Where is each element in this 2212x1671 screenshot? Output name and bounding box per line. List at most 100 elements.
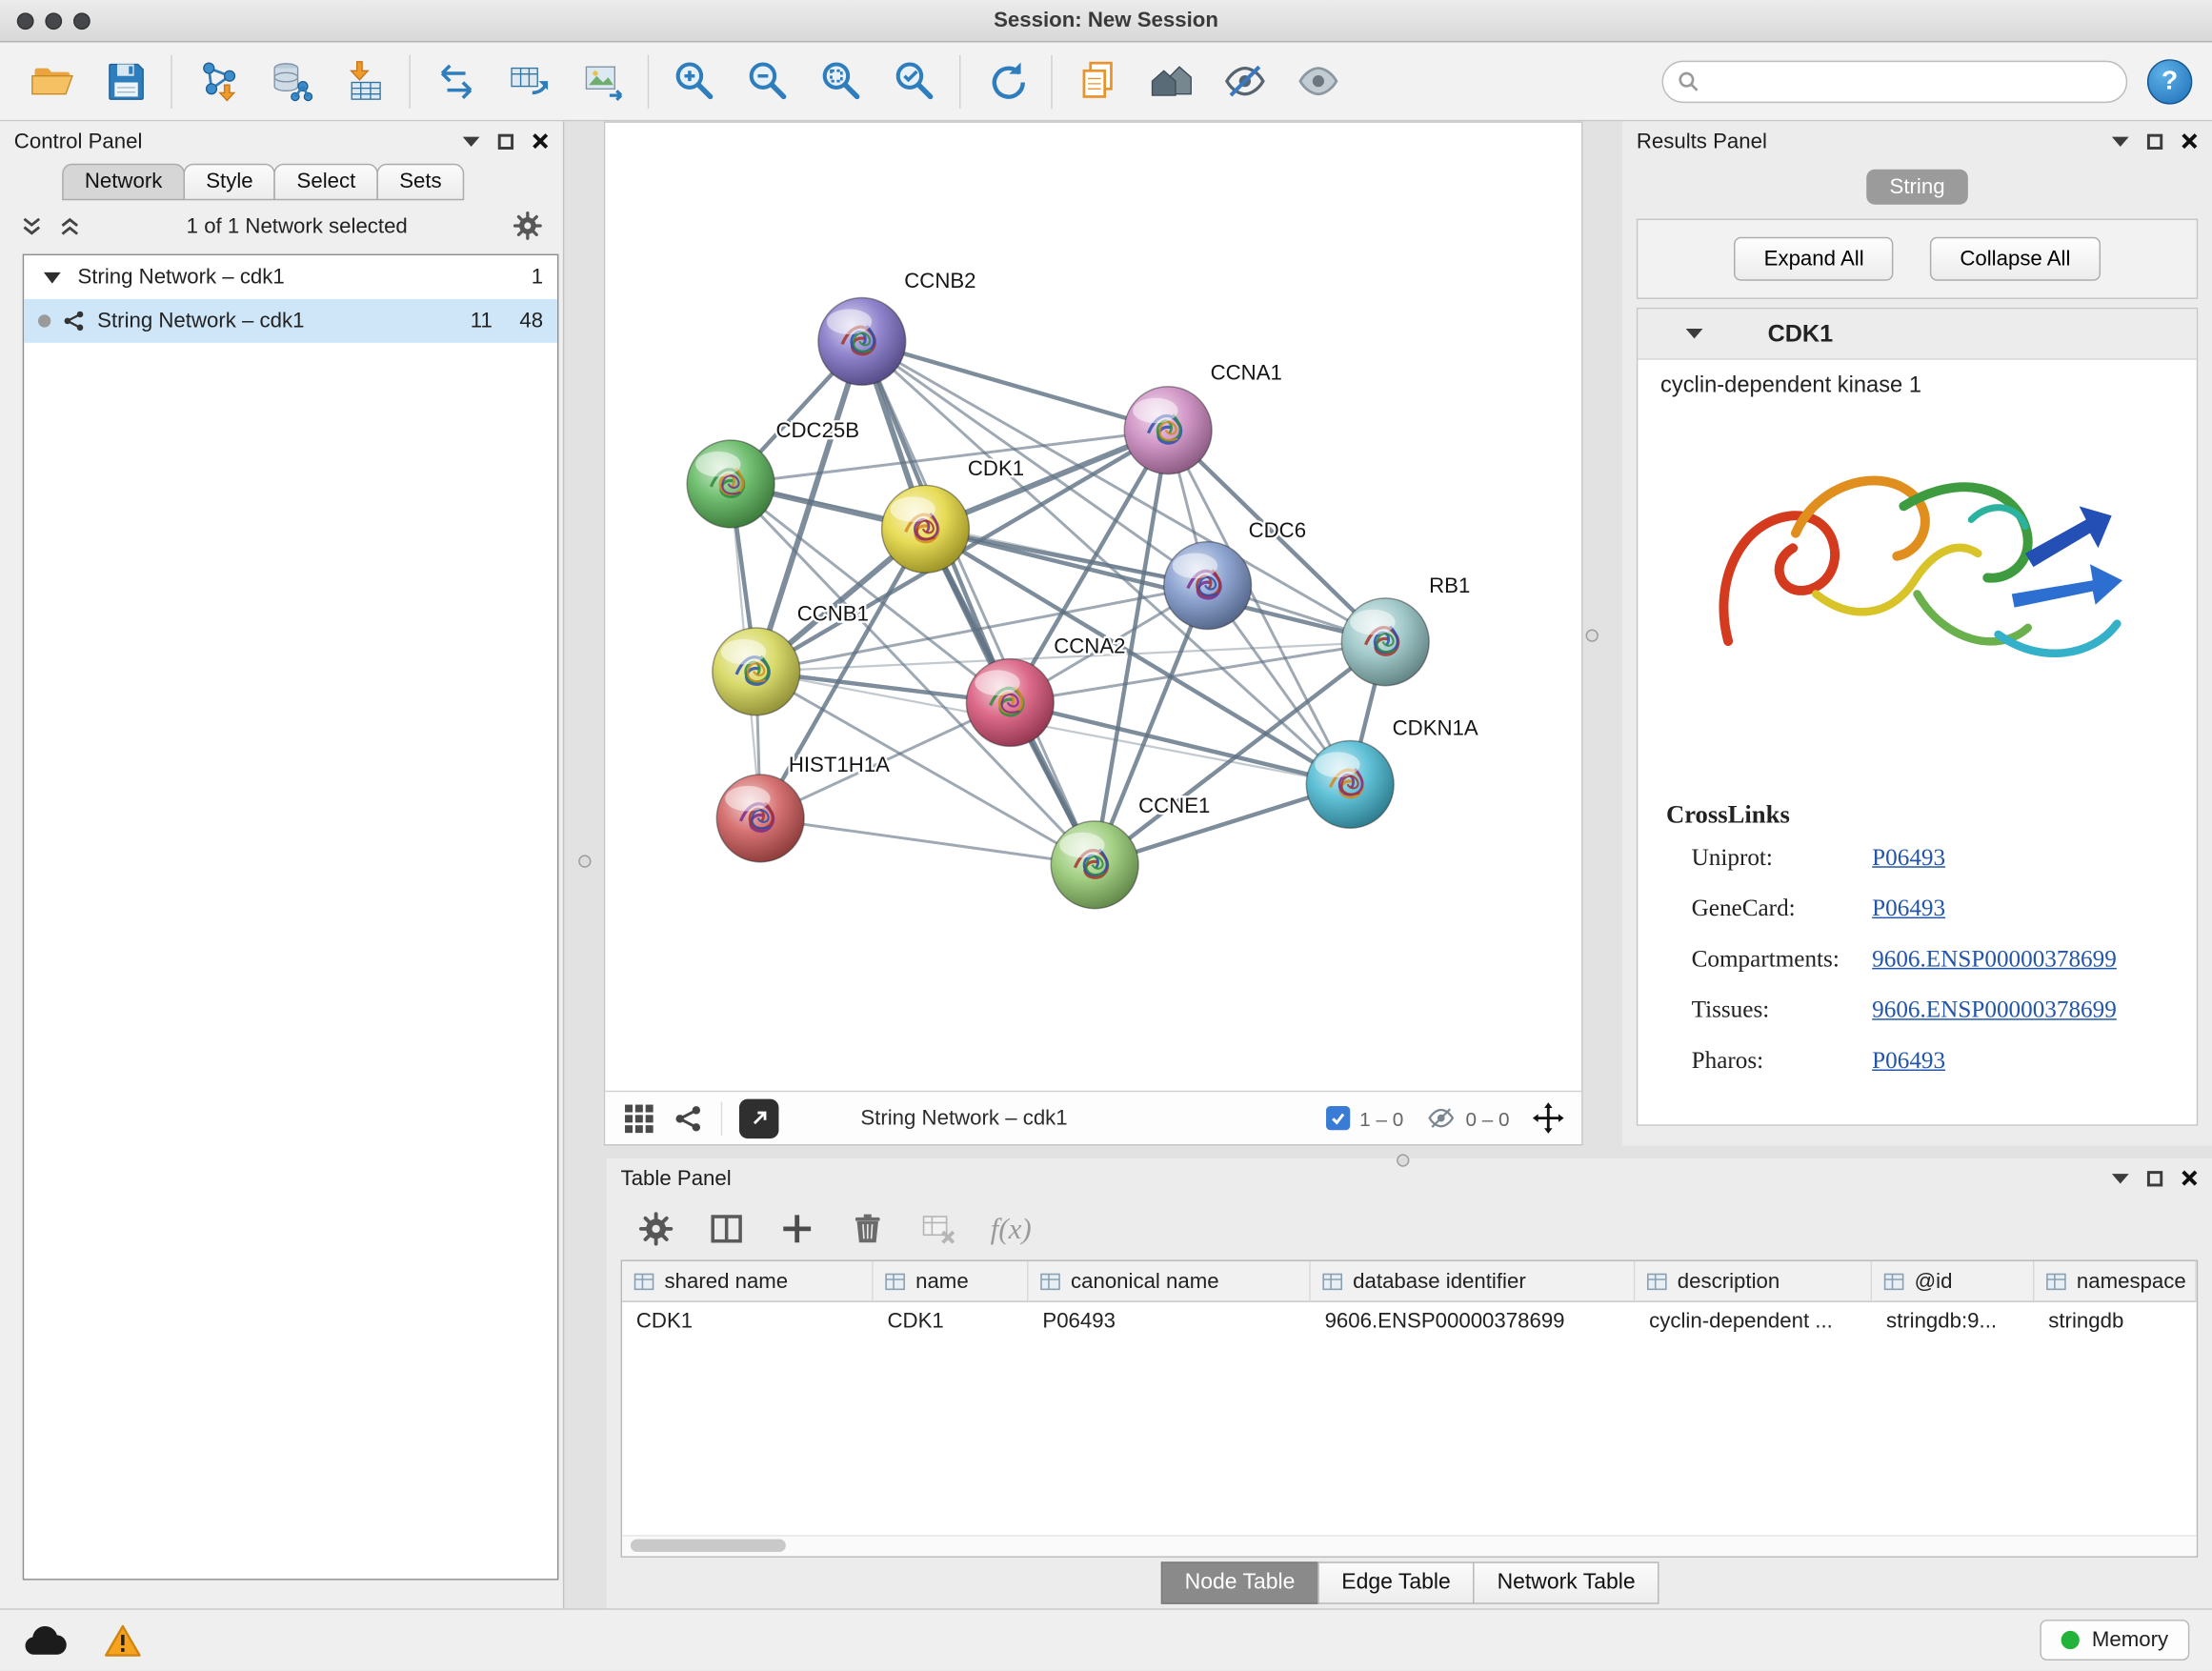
add-column-icon[interactable] [778,1211,815,1248]
pan-crosshair-icon[interactable] [1532,1102,1564,1135]
close-panel-icon[interactable] [532,132,549,150]
expand-all-button[interactable]: Expand All [1735,237,1894,281]
network-node-CDK1[interactable]: CDK1 [882,456,1025,573]
memory-button[interactable]: Memory [2040,1620,2189,1661]
cell-database-identifier[interactable]: 9606.ENSP00000378699 [1311,1302,1636,1340]
network-graph[interactable]: CCNB2CCNA1CDC25BCDK1CDC6RB1CCNB1CCNA2CDK… [605,123,1581,1091]
hide-graphics-details-button[interactable] [1212,49,1277,113]
network-node-CCNA1[interactable]: CCNA1 [1124,360,1282,473]
tab-select[interactable]: Select [274,164,378,201]
column-header-name[interactable]: name [874,1261,1029,1302]
share-network-icon[interactable] [673,1102,704,1134]
crosslink-link[interactable]: P06493 [1872,895,1945,923]
delete-column-icon[interactable] [850,1211,887,1248]
crosslink-link[interactable]: P06493 [1872,844,1945,873]
network-node-CCNE1[interactable]: CCNE1 [1051,794,1210,909]
refresh-view-button[interactable] [974,49,1038,113]
float-panel-icon[interactable] [2147,1170,2162,1185]
cell-shared-name[interactable]: CDK1 [622,1302,874,1340]
checkbox-icon[interactable] [1326,1106,1350,1130]
zoom-in-button[interactable] [662,49,727,113]
help-button[interactable]: ? [2147,58,2192,103]
table-row[interactable]: CDK1 CDK1 P06493 9606.ENSP00000378699 cy… [622,1302,2197,1340]
network-node-CCNB1[interactable]: CCNB1 [713,602,869,715]
show-graphics-details-button[interactable] [1285,49,1350,113]
show-columns-icon[interactable] [708,1211,745,1248]
network-row[interactable]: String Network – cdk1 11 48 [24,299,557,343]
panel-menu-icon[interactable] [2112,1173,2129,1182]
import-network-file-button[interactable] [185,49,250,113]
grid-view-icon[interactable] [622,1101,656,1136]
export-image-button[interactable] [570,49,634,113]
column-header-shared-name[interactable]: shared name [622,1261,874,1302]
cloud-icon[interactable] [23,1623,68,1658]
import-network-database-button[interactable] [258,49,323,113]
open-session-button[interactable] [20,49,85,113]
panel-splitter[interactable] [564,121,603,1145]
crosslink-link[interactable]: 9606.ENSP00000378699 [1872,997,2117,1025]
close-window-button[interactable] [17,12,34,30]
zoom-selected-button[interactable] [882,49,947,113]
column-header-description[interactable]: description [1635,1261,1872,1302]
zoom-window-button[interactable] [73,12,90,30]
table-settings-gear-icon[interactable] [637,1211,674,1248]
splitter-handle[interactable] [578,855,591,867]
column-header-database-identifier[interactable]: database identifier [1311,1261,1636,1302]
birds-eye-view-button[interactable] [1138,49,1203,113]
horizontal-splitter[interactable] [564,1145,2212,1158]
protein-section-header[interactable]: CDK1 [1638,309,2196,359]
network-collection-row[interactable]: String Network – cdk1 1 [24,255,557,299]
function-builder-icon[interactable]: f(x) [991,1211,1032,1246]
horizontal-scrollbar-track[interactable] [622,1535,2197,1556]
horizontal-scrollbar-thumb[interactable] [631,1540,786,1552]
tab-node-table[interactable]: Node Table [1161,1561,1319,1603]
network-node-CDC6[interactable]: CDC6 [1164,518,1306,629]
tree-expand-icon[interactable] [44,272,61,283]
network-node-CDKN1A[interactable]: CDKN1A [1306,716,1478,829]
detach-view-button[interactable] [739,1098,778,1137]
float-panel-icon[interactable] [2147,133,2162,149]
network-node-RB1[interactable]: RB1 [1341,574,1470,686]
clone-network-button[interactable] [423,49,488,113]
collapse-all-icon[interactable] [20,213,44,237]
minimize-window-button[interactable] [45,12,62,30]
gear-icon[interactable] [513,211,544,242]
tab-network[interactable]: Network [62,164,185,201]
cell-name[interactable]: CDK1 [874,1302,1029,1340]
cell-canonical-name[interactable]: P06493 [1029,1302,1311,1340]
save-session-button[interactable] [93,49,158,113]
network-canvas[interactable]: CCNB2CCNA1CDC25BCDK1CDC6RB1CCNB1CCNA2CDK… [605,123,1581,1091]
zoom-out-button[interactable] [735,49,800,113]
copy-document-button[interactable] [1065,49,1130,113]
tab-string[interactable]: String [1867,170,1967,205]
float-panel-icon[interactable] [498,133,513,149]
expand-all-icon[interactable] [58,213,82,237]
import-table-file-button[interactable] [332,49,396,113]
close-panel-icon[interactable] [2181,1170,2198,1187]
crosslink-link[interactable]: P06493 [1872,1047,1945,1076]
splitter-handle[interactable] [1397,1154,1409,1166]
tab-style[interactable]: Style [184,164,276,201]
collapse-all-button[interactable]: Collapse All [1930,237,2100,281]
search-input[interactable] [1708,69,2112,94]
network-node-HIST1H1A[interactable]: HIST1H1A [716,753,890,862]
splitter-handle[interactable] [1586,629,1599,641]
cell-namespace[interactable]: stringdb [2034,1302,2196,1340]
tab-sets[interactable]: Sets [377,164,465,201]
tab-network-table[interactable]: Network Table [1473,1561,1659,1603]
tab-edge-table[interactable]: Edge Table [1317,1561,1475,1603]
collapse-section-icon[interactable] [1686,329,1703,338]
column-header-namespace[interactable]: namespace [2034,1261,2196,1302]
close-panel-icon[interactable] [2181,132,2198,150]
cell-description[interactable]: cyclin-dependent ... [1635,1302,1872,1340]
column-header-id[interactable]: @id [1872,1261,2034,1302]
crosslink-link[interactable]: 9606.ENSP00000378699 [1872,945,2117,974]
zoom-fit-button[interactable] [809,49,874,113]
panel-menu-icon[interactable] [463,136,480,146]
warning-icon[interactable] [105,1623,142,1658]
new-network-from-table-button[interactable] [496,49,561,113]
search-field[interactable] [1662,60,2128,102]
column-header-canonical-name[interactable]: canonical name [1029,1261,1311,1302]
panel-menu-icon[interactable] [2112,136,2129,146]
cell-id[interactable]: stringdb:9... [1872,1302,2034,1340]
